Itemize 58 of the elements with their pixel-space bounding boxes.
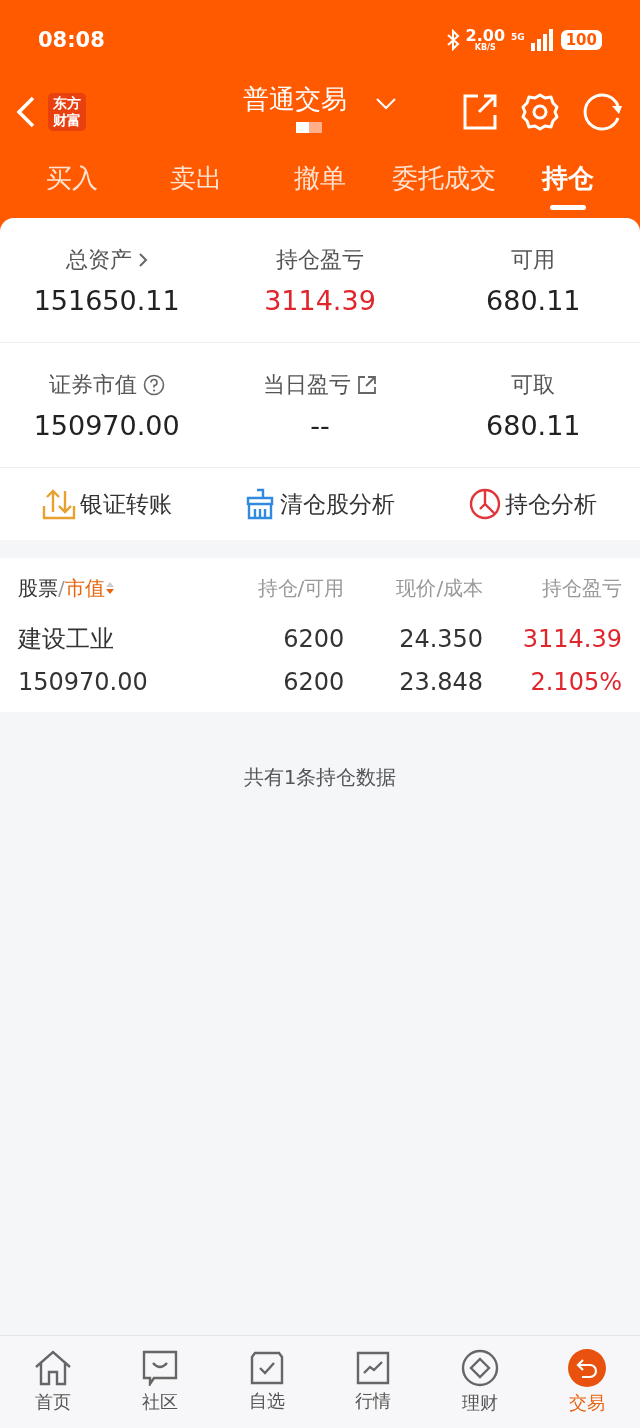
summary-label: 持仓盈亏: [276, 245, 364, 274]
external-link-icon: [357, 374, 377, 395]
battery-level: 100: [560, 30, 602, 50]
transfer-icon: [41, 488, 76, 520]
column-header: 持仓/可用: [257, 575, 345, 600]
nav-item[interactable]: 首页: [0, 1336, 107, 1428]
signal-icon: [530, 29, 555, 51]
profit-amount: 3114.39: [522, 624, 622, 655]
nav-item[interactable]: 行情: [320, 1336, 427, 1428]
page-indicator-icon: [296, 121, 322, 133]
action-button[interactable]: 银证转账: [0, 487, 214, 521]
chart-icon: [356, 1351, 391, 1385]
stock-name: 建设工业: [18, 624, 114, 655]
back-icon[interactable]: [16, 96, 36, 128]
column-header: 现价/成本: [396, 575, 484, 600]
clock: 08:08: [38, 28, 105, 52]
chevron-down-icon[interactable]: [375, 96, 397, 111]
action-button[interactable]: 清仓股分析: [213, 487, 427, 521]
summary-value: --: [310, 409, 330, 441]
nav-item[interactable]: 社区: [106, 1336, 214, 1428]
network-type: 5G: [511, 32, 525, 42]
share-icon[interactable]: [462, 93, 498, 131]
column-header: 股票: [18, 574, 58, 602]
profit-percent: 2.105%: [530, 667, 622, 698]
summary-value: 151650.11: [33, 284, 180, 316]
help-icon: [142, 373, 165, 396]
position-count: 6200: [283, 624, 345, 655]
bluetooth-icon: [445, 29, 460, 51]
summary-value: 150970.00: [33, 409, 180, 441]
available-count: 6200: [283, 667, 345, 698]
chat-icon: [142, 1350, 178, 1386]
pie-chart-icon: [469, 488, 502, 520]
summary-label: 总资产: [65, 245, 132, 274]
return-icon: [567, 1349, 606, 1387]
summary-value: 3114.39: [264, 284, 376, 316]
cost-price: 23.848: [399, 667, 484, 698]
network-speed: 2.00: [465, 28, 506, 44]
summary-value: 680.11: [486, 409, 581, 441]
summary-value: 680.11: [486, 284, 581, 316]
sort-icon[interactable]: [104, 580, 115, 596]
chevron-right-icon: [137, 251, 148, 268]
holdings-count-note: 共有1条持仓数据: [242, 764, 398, 791]
summary-label: 可用: [511, 245, 556, 274]
settings-icon[interactable]: [520, 92, 560, 132]
app-logo: 东方财富: [48, 93, 86, 131]
summary-label: 当日盈亏: [263, 370, 351, 399]
speed-unit: KB/S: [474, 44, 496, 52]
action-button[interactable]: 持仓分析: [426, 487, 640, 521]
nav-item[interactable]: 理财: [426, 1336, 534, 1428]
separator: /: [58, 576, 65, 600]
summary-label: 可取: [511, 370, 556, 399]
checkbox-icon: [249, 1351, 284, 1385]
market-value: 150970.00: [18, 667, 148, 698]
refresh-icon[interactable]: [582, 92, 624, 132]
column-header: 持仓盈亏: [542, 575, 622, 600]
current-price: 24.350: [399, 624, 484, 655]
nav-item[interactable]: 自选: [213, 1336, 320, 1428]
summary-label: 证券市值: [48, 370, 137, 399]
